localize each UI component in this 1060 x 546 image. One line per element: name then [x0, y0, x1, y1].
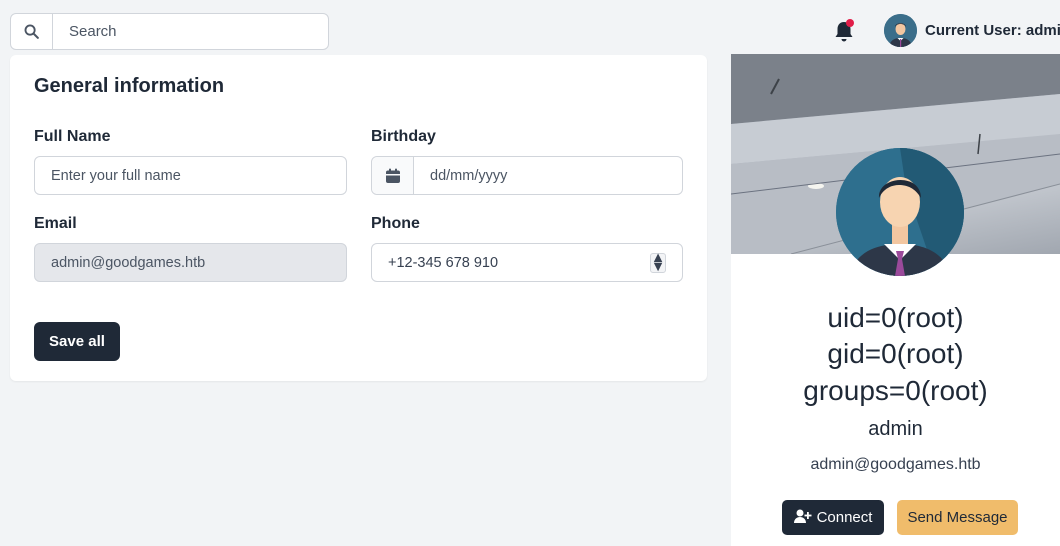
profile-avatar — [836, 148, 964, 276]
current-user-label: Current User: admin — [925, 22, 1060, 39]
notification-dot — [846, 19, 854, 27]
search-icon[interactable] — [11, 14, 53, 49]
profile-card: uid=0(root) gid=0(root) groups=0(root) a… — [731, 54, 1060, 546]
profile-name-line-3: groups=0(root) — [803, 375, 988, 406]
phone-label: Phone — [371, 215, 420, 232]
birthday-field[interactable] — [414, 157, 682, 194]
search-bar — [10, 13, 329, 50]
number-stepper[interactable]: ▲ ▼ — [650, 250, 666, 274]
phone-value: +12-345 678 910 — [388, 254, 499, 271]
avatar[interactable] — [884, 14, 917, 47]
birthday-field-group — [371, 156, 683, 195]
calendar-icon[interactable] — [372, 157, 414, 194]
profile-name-line-2: gid=0(root) — [827, 338, 964, 369]
connect-button[interactable]: Connect — [782, 500, 884, 535]
general-information-card: General information Full Name Birthday E… — [10, 55, 707, 381]
full-name-field[interactable] — [34, 156, 347, 195]
email-label: Email — [34, 215, 77, 232]
save-all-button[interactable]: Save all — [34, 322, 120, 361]
send-message-button[interactable]: Send Message — [897, 500, 1018, 535]
full-name-label: Full Name — [34, 128, 111, 145]
profile-username: admin — [868, 418, 923, 440]
profile-name-line-1: uid=0(root) — [827, 302, 964, 333]
birthday-label: Birthday — [371, 128, 436, 145]
chevron-down-icon[interactable]: ▼ — [651, 259, 665, 274]
email-field — [34, 243, 347, 282]
connect-label: Connect — [816, 509, 873, 526]
card-title: General information — [34, 75, 225, 97]
search-input[interactable] — [53, 14, 328, 49]
phone-field[interactable]: +12-345 678 910 ▲ ▼ — [371, 243, 683, 282]
user-plus-icon — [793, 509, 812, 527]
profile-email: admin@goodgames.htb — [810, 456, 981, 473]
